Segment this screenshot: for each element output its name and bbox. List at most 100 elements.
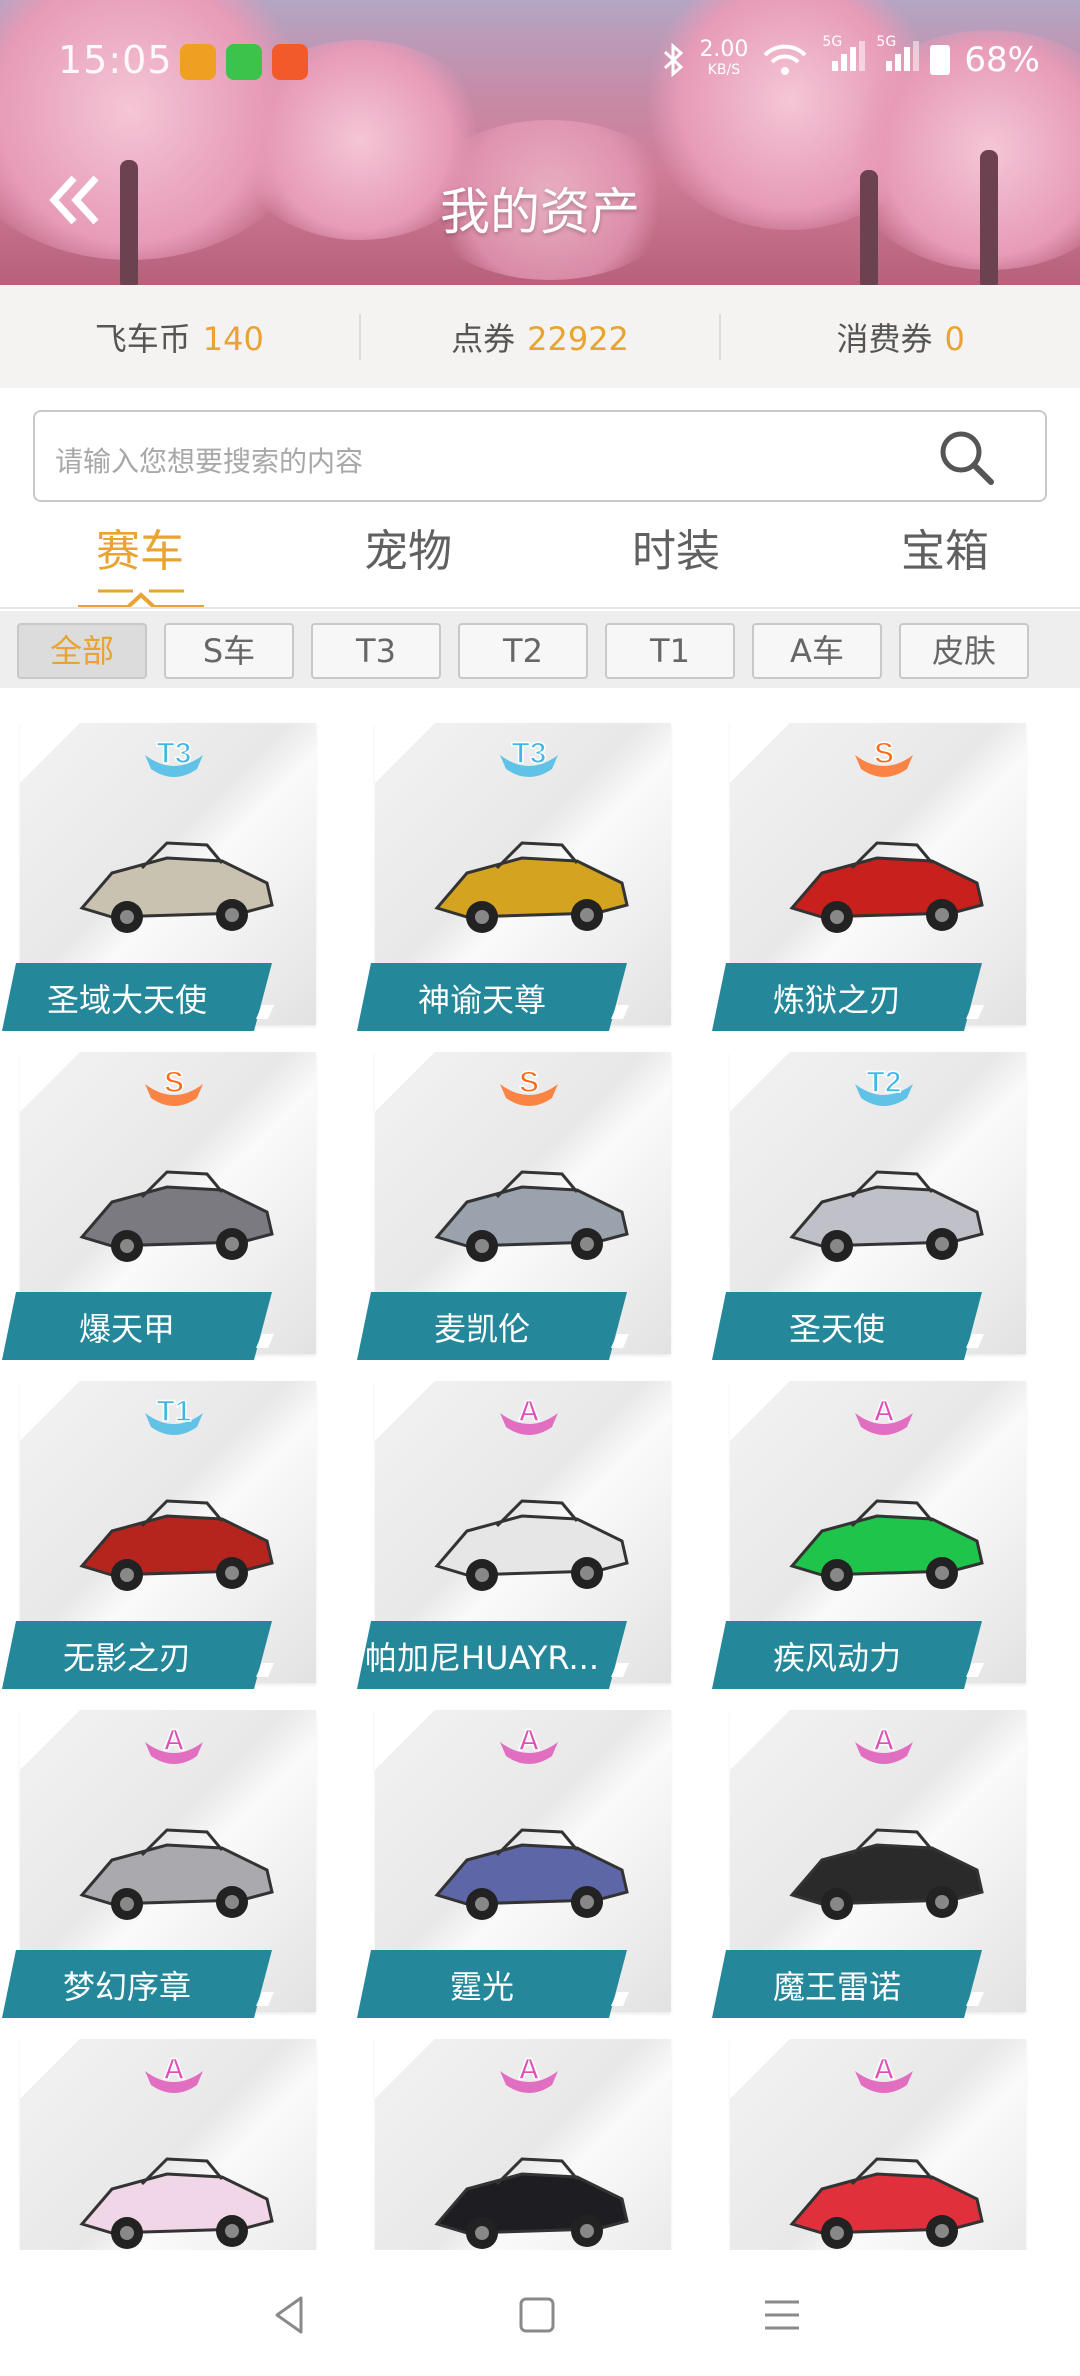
item-name: 疾风动力 [772, 1639, 901, 1677]
grade-badge-icon: S [855, 736, 913, 777]
chat-app-icon [226, 44, 262, 80]
item-name-ribbon: 爆天甲 [2, 1292, 272, 1360]
asset-card[interactable]: S 爆天甲 [2, 1052, 316, 1362]
grade-badge-icon: T3 [500, 736, 558, 777]
grade-badge-icon: A [500, 1394, 558, 1435]
car-image-icon [789, 841, 984, 933]
asset-card[interactable]: A [712, 2039, 1026, 2250]
item-name: 爆天甲 [78, 1310, 175, 1348]
filter-a-car[interactable]: A车 [752, 623, 882, 679]
network-speed: 2.00 KB/S [699, 37, 749, 79]
grade-badge-icon: A [855, 1394, 913, 1435]
search-icon[interactable] [935, 426, 999, 490]
asset-card[interactable]: T2 圣天使 [712, 1052, 1026, 1362]
asset-card[interactable]: A [357, 2039, 671, 2250]
tab-treasure-box[interactable]: 宝箱 [845, 515, 1045, 579]
grade-label: T3 [156, 737, 191, 770]
corner-mark-icon [966, 1334, 984, 1348]
grade-badge-icon: S [500, 1065, 558, 1106]
grade-badge-icon: A [500, 1723, 558, 1764]
grade-label: S [874, 737, 894, 770]
grade-label: T2 [866, 1066, 901, 1099]
item-name: 神谕天尊 [417, 981, 546, 1019]
filter-all[interactable]: 全部 [17, 623, 147, 679]
nav-back-icon[interactable] [265, 2290, 315, 2340]
item-grid: T3 圣域大天使 T3 神谕天尊 S 炼狱之刃 S 爆天甲 S 麦凯伦 T2 圣天使 T1 无影之刃 A 帕加… [0, 688, 1080, 2250]
car-image-icon [79, 1499, 274, 1591]
filter-s-car[interactable]: S车 [164, 623, 294, 679]
grade-label: A [163, 2053, 185, 2086]
filter-t1[interactable]: T1 [605, 623, 735, 679]
asset-card[interactable]: S 麦凯伦 [357, 1052, 671, 1362]
item-name-ribbon: 梦幻序章 [2, 1950, 272, 2018]
signal-2: 5G [876, 34, 920, 80]
corner-mark-icon [256, 1663, 274, 1677]
item-name: 无影之刃 [62, 1639, 191, 1677]
asset-card[interactable]: A [2, 2039, 316, 2250]
asset-card[interactable]: T1 无影之刃 [2, 1381, 316, 1691]
item-name: 梦幻序章 [62, 1968, 191, 2006]
item-name: 帕加尼HUAYR... [364, 1639, 600, 1677]
system-nav-bar [0, 2250, 1080, 2376]
item-name-ribbon: 炼狱之刃 [712, 963, 982, 1031]
corner-mark-icon [966, 1663, 984, 1677]
car-image-icon [789, 1499, 984, 1591]
wifi-icon [763, 44, 807, 75]
filter-t3[interactable]: T3 [311, 623, 441, 679]
car-image-icon [789, 1170, 984, 1262]
grade-label: S [164, 1066, 184, 1099]
currency-dianquan: 点券 22922 [451, 319, 629, 358]
asset-card[interactable]: A 霆光 [357, 1710, 671, 2020]
corner-mark-icon [966, 1992, 984, 2006]
car-image-icon [79, 1828, 274, 1920]
tab-racing-car[interactable]: 赛车 [40, 515, 240, 579]
item-name: 圣天使 [788, 1310, 885, 1348]
grade-badge-icon: A [500, 2052, 558, 2093]
filter-skin[interactable]: 皮肤 [899, 623, 1029, 679]
grade-label: A [518, 1724, 540, 1757]
tab-pet[interactable]: 宠物 [308, 515, 508, 579]
grade-label: A [518, 1395, 540, 1428]
grade-label: A [518, 2053, 540, 2086]
item-name-ribbon: 霆光 [357, 1950, 627, 2018]
nav-home-icon[interactable] [512, 2290, 562, 2340]
grade-badge-icon: A [855, 1723, 913, 1764]
asset-card[interactable]: T3 神谕天尊 [357, 723, 671, 1033]
item-name-ribbon: 麦凯伦 [357, 1292, 627, 1360]
filter-bar: 全部 S车 T3 T2 T1 A车 皮肤 [0, 611, 1080, 688]
filter-t2[interactable]: T2 [458, 623, 588, 679]
asset-card[interactable]: A 疾风动力 [712, 1381, 1026, 1691]
corner-mark-icon [611, 1005, 629, 1019]
header-banner: 15:05 2.00 KB/S 5G 5G 68% 我的资产 [0, 0, 1080, 285]
grade-label: A [873, 2053, 895, 2086]
car-image-icon [789, 2157, 984, 2249]
car-image-icon [79, 841, 274, 933]
item-name-ribbon: 疾风动力 [712, 1621, 982, 1689]
active-tab-indicator [78, 589, 204, 609]
car-image-icon [79, 2157, 274, 2249]
tabs-divider [0, 607, 1080, 609]
currency-xiaofeiquan: 消费券 0 [836, 319, 965, 358]
grade-badge-icon: A [145, 1723, 203, 1764]
car-image-icon [434, 1170, 629, 1262]
category-tabs: 赛车 宠物 时装 宝箱 [0, 515, 1080, 609]
asset-card[interactable]: A 魔王雷诺 [712, 1710, 1026, 2020]
item-name: 魔王雷诺 [772, 1968, 901, 2006]
asset-card[interactable]: S 炼狱之刃 [712, 723, 1026, 1033]
battery-icon [930, 45, 951, 75]
bluetooth-icon [664, 43, 684, 77]
car-image-icon [789, 1828, 984, 1920]
tab-fashion[interactable]: 时装 [576, 515, 776, 579]
corner-mark-icon [611, 1663, 629, 1677]
search-input[interactable]: 请输入您想要搜索的内容 [33, 410, 1047, 502]
nav-menu-icon[interactable] [757, 2290, 807, 2340]
asset-card[interactable]: A 帕加尼HUAYR... [357, 1381, 671, 1691]
car-image-icon [79, 1170, 274, 1262]
corner-mark-icon [611, 1334, 629, 1348]
status-bar: 15:05 2.00 KB/S 5G 5G 68% [0, 0, 1080, 120]
signal-bars-icon [876, 41, 920, 71]
grade-badge-icon: S [145, 1065, 203, 1106]
status-time: 15:05 [58, 38, 173, 82]
asset-card[interactable]: A 梦幻序章 [2, 1710, 316, 2020]
asset-card[interactable]: T3 圣域大天使 [2, 723, 316, 1033]
